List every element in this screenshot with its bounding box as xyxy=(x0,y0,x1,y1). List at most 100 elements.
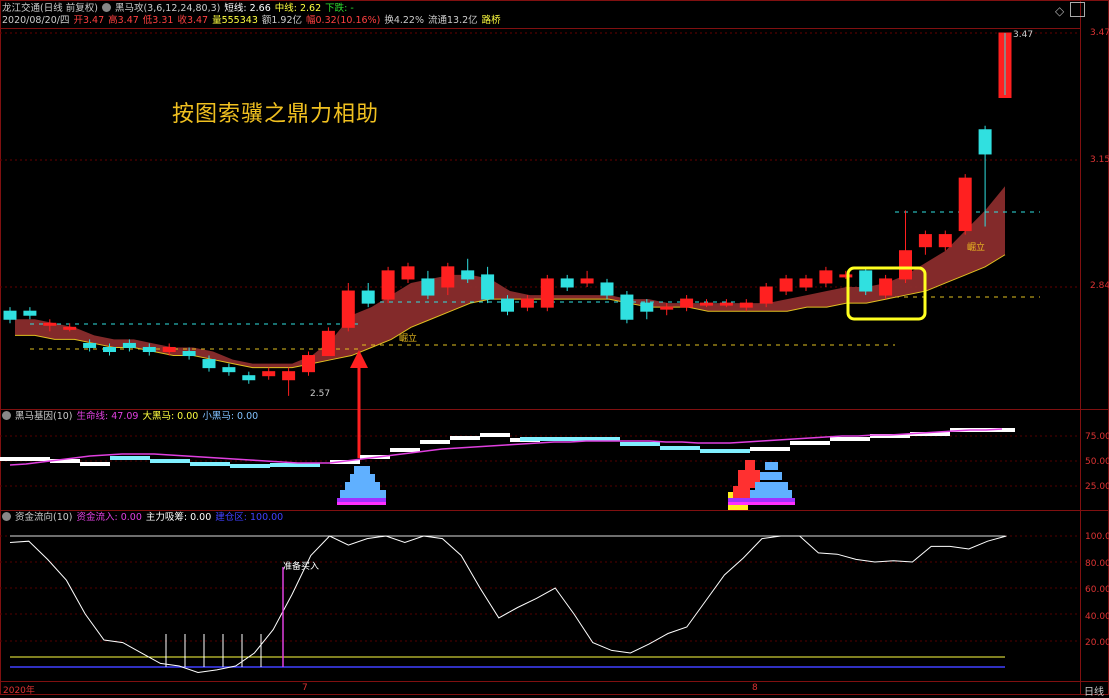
indicator-name[interactable]: 黑马攻(3,6,12,24,80,3) xyxy=(115,3,220,14)
signal-block xyxy=(350,474,375,482)
candle xyxy=(700,302,713,306)
panel2-life: 生命线: 47.09 xyxy=(76,411,139,422)
panel2-white-bar xyxy=(0,457,50,461)
x-axis-label: 8 xyxy=(752,683,758,693)
panel2-cyan-bar xyxy=(230,464,270,468)
candle xyxy=(739,302,753,308)
settings-icon[interactable] xyxy=(101,3,111,12)
candle xyxy=(918,234,932,248)
panel3-axis-label: 60.00 xyxy=(1085,585,1109,595)
signal-block xyxy=(755,482,788,490)
signal-block xyxy=(760,472,782,480)
quote-bar: 2020/08/20/四 开3.47 高3.47 低3.31 收3.47 量555343 额… xyxy=(2,15,505,27)
candle xyxy=(958,177,972,232)
candle xyxy=(600,282,614,296)
panel2-white-bar xyxy=(750,447,790,451)
candle xyxy=(540,278,554,308)
candle xyxy=(401,266,415,280)
candle xyxy=(580,278,594,284)
panel2-title[interactable]: 黑马基因(10) xyxy=(15,411,73,422)
panel2-white-bar xyxy=(390,448,420,452)
signal-block xyxy=(354,466,370,474)
trend-value: 下跌: - xyxy=(325,3,354,14)
quote-open: 开3.47 xyxy=(73,15,105,26)
settings-icon[interactable] xyxy=(2,512,11,521)
candle xyxy=(819,270,833,284)
candle xyxy=(321,330,335,357)
candle xyxy=(122,342,136,348)
signal-block xyxy=(728,498,795,502)
candle xyxy=(381,270,395,300)
panel2-cyan-bar xyxy=(700,449,750,453)
price-axis-label: 3.47 xyxy=(1090,28,1109,38)
candle xyxy=(341,290,355,328)
window-toggle-icon[interactable] xyxy=(1070,2,1085,17)
panel3-title[interactable]: 资金流向(10) xyxy=(15,512,73,523)
panel2-cyan-bar xyxy=(660,446,700,450)
buy-note: 准备买入 xyxy=(283,562,320,572)
panel2-header: 黑马基因(10) 生命线: 47.09 大黑马: 0.00 小黑马: 0.00 xyxy=(2,411,262,423)
panel2-white-bar xyxy=(790,441,830,445)
panel2-white-bar xyxy=(480,433,510,437)
candle xyxy=(262,371,276,377)
candle xyxy=(182,351,196,357)
panel2-cyan-bar xyxy=(190,462,230,466)
panel2-white-bar xyxy=(830,437,870,441)
signal-block xyxy=(750,490,792,498)
panel2-cyan-bar xyxy=(110,456,150,460)
panel2-small: 小黑马: 0.00 xyxy=(202,411,259,422)
candle xyxy=(3,310,17,320)
panel3-axis-label: 40.00 xyxy=(1085,612,1109,622)
candle xyxy=(859,270,873,292)
settings-icon[interactable] xyxy=(2,411,11,420)
panel2-axis-label: 50.00 xyxy=(1085,457,1109,467)
stock-chart xyxy=(0,0,1109,695)
signal-block xyxy=(745,460,755,478)
panel2-axis-label: 75.00 xyxy=(1085,432,1109,442)
x-axis-label: 7 xyxy=(302,683,308,693)
candle xyxy=(162,346,176,353)
candle xyxy=(63,326,77,330)
candle xyxy=(719,302,733,306)
signal-block xyxy=(340,490,386,498)
panel2-white-bar xyxy=(420,440,450,444)
panel2-big: 大黑马: 0.00 xyxy=(142,411,199,422)
candle xyxy=(640,302,654,312)
panel3-accum: 主力吸筹: 0.00 xyxy=(145,512,212,523)
rise-label: 崛立 xyxy=(967,243,986,253)
quote-low: 低3.31 xyxy=(142,15,174,26)
panel3-axis-label: 80.00 xyxy=(1085,559,1109,569)
candle xyxy=(759,286,773,304)
panel3-inflow: 资金流入: 0.00 xyxy=(76,512,142,523)
quote-close: 收3.47 xyxy=(177,15,209,26)
signal-block xyxy=(728,502,795,505)
period-button[interactable]: 日线 xyxy=(1084,683,1104,698)
panel3-zone: 建仓区: 100.00 xyxy=(215,512,284,523)
candle xyxy=(441,266,455,288)
candle xyxy=(520,298,534,308)
candle xyxy=(779,278,793,292)
quote-turnover: 换4.22% xyxy=(384,15,424,26)
candle xyxy=(839,274,853,278)
signal-block xyxy=(337,498,386,502)
candle xyxy=(461,270,475,280)
rise-label: 崛立 xyxy=(399,334,418,344)
quote-date: 2020/08/20/四 xyxy=(2,15,70,26)
annotation-text: 按图索骥之鼎力相助 xyxy=(172,102,380,127)
candle xyxy=(660,306,674,310)
candle xyxy=(361,290,375,304)
quote-sector[interactable]: 路桥 xyxy=(482,15,501,26)
mid-line-value: 中线: 2.62 xyxy=(274,3,322,14)
candle xyxy=(83,342,97,348)
candle xyxy=(242,375,256,381)
candle xyxy=(103,346,116,353)
candle xyxy=(879,278,893,296)
candle xyxy=(23,310,37,316)
panel2-cyan-bar xyxy=(150,459,190,463)
candle xyxy=(680,298,694,308)
candle xyxy=(501,298,514,312)
candle xyxy=(421,278,435,296)
candle xyxy=(620,294,634,320)
candle xyxy=(222,367,236,373)
diamond-icon[interactable]: ◇ xyxy=(1055,4,1064,18)
